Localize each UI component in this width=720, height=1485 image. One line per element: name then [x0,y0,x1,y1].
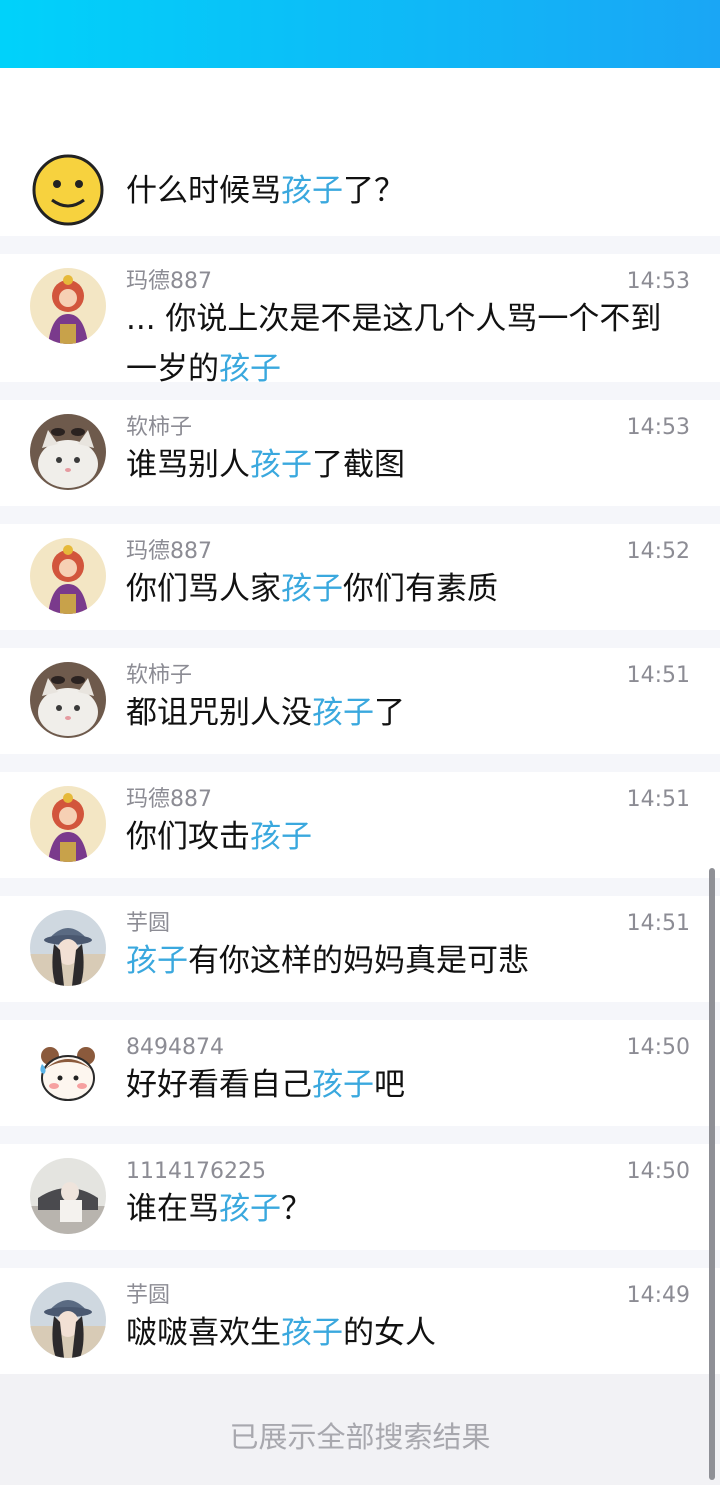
snippet-text-before: 都诅咒别人没 [126,695,312,731]
snippet-text-before: 你们攻击 [126,819,250,855]
snippet-text-before: 好好看看自己 [126,1067,312,1103]
message-time: 14:53 [626,269,690,294]
sender-name: 玛德887 [126,269,212,294]
sender-name: 1114176225 [126,1159,266,1184]
message-snippet: 都诅咒别人没孩子了 [126,688,686,738]
message-snippet: 谁在骂孩子？ [126,1184,686,1234]
search-result-item[interactable]: 芋圆 14:49 啵啵喜欢生孩子的女人 [0,1268,720,1374]
results-footer: 已展示全部搜索结果 [0,1374,720,1485]
message-time: 14:51 [626,663,690,688]
message-snippet: 孩子有你这样的妈妈真是可悲 [126,936,686,986]
message-snippet: 你们骂人家孩子你们有素质 [126,564,686,614]
message-snippet: 你们攻击孩子 [126,812,686,862]
search-result-item[interactable]: 软柿子 14:51 都诅咒别人没孩子了 [0,648,720,754]
message-snippet: 谁骂别人孩子了截图 [126,440,686,490]
snippet-text-after: 了？ [343,173,405,209]
anime-girl-avatar[interactable] [30,786,106,862]
anime-girl-avatar[interactable] [30,538,106,614]
highlighted-keyword: 孩子 [312,695,374,731]
snippet-text-after: ？ [281,1191,312,1227]
message-time: 14:51 [626,911,690,936]
search-result-item[interactable]: 8494874 14:50 好好看看自己孩子吧 [0,1020,720,1126]
message-snippet: 好好看看自己孩子吧 [126,1060,686,1110]
girl-hat-photo-avatar[interactable] [30,910,106,986]
highlighted-keyword: 孩子 [312,1067,374,1103]
girl-hat-photo-avatar[interactable] [30,1282,106,1358]
highlighted-keyword: 孩子 [281,173,343,209]
anime-girl-avatar[interactable] [30,268,106,344]
sender-name: 软柿子 [126,663,193,688]
sender-name: 芋圆 [126,911,171,936]
sender-name: 芋圆 [126,1283,171,1308]
highlighted-keyword: 孩子 [250,447,312,483]
snippet-text-after: 有你这样的妈妈真是可悲 [188,943,529,979]
snippet-text-after: 了截图 [312,447,405,483]
all-results-shown-label: 已展示全部搜索结果 [229,1420,491,1454]
snippet-text-before: 谁在骂 [126,1191,219,1227]
search-result-item[interactable]: 1114176225 14:50 谁在骂孩子？ [0,1144,720,1250]
status-bar [0,0,720,68]
message-snippet: 啵啵喜欢生孩子的女人 [126,1308,686,1358]
highlighted-keyword: 孩子 [126,943,188,979]
message-time: 14:50 [626,1035,690,1060]
sender-name: 8494874 [126,1035,224,1060]
search-result-item[interactable]: 什么时候骂孩子了？ [0,88,720,236]
cartoon-bear-avatar[interactable] [30,1034,106,1110]
sender-name: 玛德887 [126,539,212,564]
snippet-text-before: 什么时候骂 [126,173,281,209]
highlighted-keyword: 孩子 [250,819,312,855]
search-result-item[interactable]: 玛德887 14:53... 你说上次是不是这几个人骂一个不到一岁的孩子 [0,254,720,382]
message-time: 14:50 [626,1159,690,1184]
message-time: 14:53 [626,415,690,440]
highlighted-keyword: 孩子 [219,351,281,382]
snippet-text-after: 你们有素质 [343,571,498,607]
snippet-text-after: 吧 [374,1067,405,1103]
snippet-text-after: 了 [374,695,405,731]
search-result-item[interactable]: 玛德887 14:51 你们攻击孩子 [0,772,720,878]
search-result-item[interactable]: 软柿子 14:53 谁骂别人孩子了截图 [0,400,720,506]
snippet-text-before: 谁骂别人 [126,447,250,483]
highlighted-keyword: 孩子 [219,1191,281,1227]
cat-face-avatar[interactable] [30,414,106,490]
search-result-item[interactable]: 玛德887 14:52 你们骂人家孩子你们有素质 [0,524,720,630]
snippet-text-before: 啵啵喜欢生 [126,1315,281,1351]
snippet-text-before: ... 你说上次是不是这几个人骂一个不到一岁的 [126,301,662,382]
message-time: 14:52 [626,539,690,564]
cat-face-avatar[interactable] [30,662,106,738]
sender-name: 玛德887 [126,787,212,812]
message-snippet: ... 你说上次是不是这几个人骂一个不到一岁的孩子 [126,294,686,382]
snippet-text-before: 你们骂人家 [126,571,281,607]
highlighted-keyword: 孩子 [281,571,343,607]
sender-name: 软柿子 [126,415,193,440]
car-photo-avatar[interactable] [30,1158,106,1234]
search-result-item[interactable]: 芋圆 14:51 孩子有你这样的妈妈真是可悲 [0,896,720,1002]
message-snippet: 什么时候骂孩子了？ [126,166,686,216]
yellow-emoji-avatar[interactable] [30,152,106,228]
snippet-text-after: 的女人 [343,1315,436,1351]
highlighted-keyword: 孩子 [281,1315,343,1351]
message-time: 14:51 [626,787,690,812]
message-time: 14:49 [626,1283,690,1308]
scrollbar[interactable] [709,868,715,1480]
